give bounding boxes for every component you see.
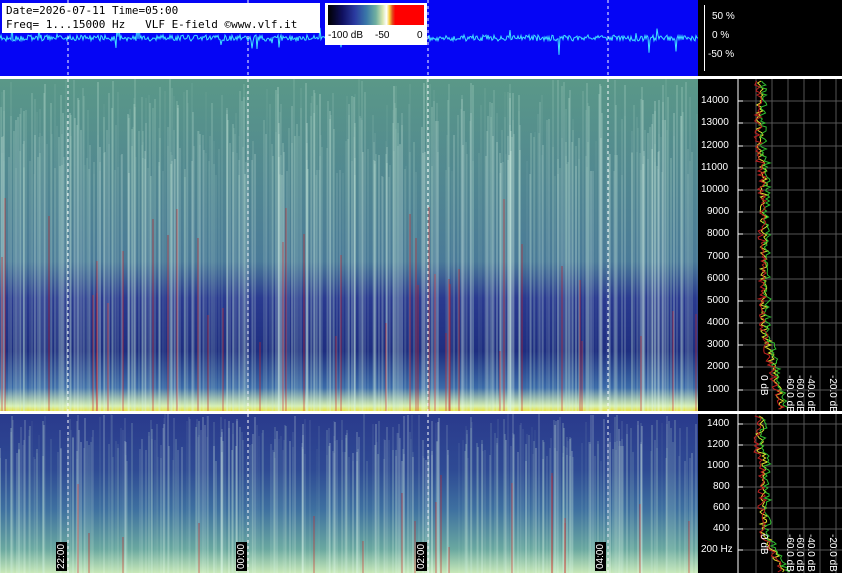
colorbar: -100 dB -50 0 [325, 3, 427, 45]
time-label-0200: 02:00 [416, 541, 427, 571]
spectrogram-main [0, 79, 698, 411]
freq-label-1000: 1000 [707, 384, 730, 395]
freq-label-9000: 9000 [707, 206, 730, 217]
header-date-time: Date=2026-07-11 Time=05:00 [6, 4, 179, 17]
colorbar-label-min: -100 dB [328, 30, 364, 41]
freq-label-14000: 14000 [701, 95, 729, 106]
pct-label-0: 0 % [712, 30, 730, 41]
colorbar-gradient [328, 5, 424, 25]
spectrogram-main-plot [0, 79, 698, 411]
pct-label-neg50: -50 % [708, 49, 735, 60]
freq-label-200: 200 Hz [701, 544, 733, 555]
freq-label-12000: 12000 [701, 140, 729, 151]
freq-label-8000: 8000 [707, 228, 730, 239]
spectrum-panel-zoom: 1400 1200 1000 800 600 400 200 Hz 0 dB -… [698, 414, 842, 573]
spectrum-trace-2 [753, 80, 786, 410]
freq-label-1400: 1400 [707, 418, 730, 429]
spectrum-trace-0 [755, 80, 785, 410]
waveform-axis-line [698, 5, 705, 71]
freq-label-5000: 5000 [707, 295, 730, 306]
freq-label-1200: 1200 [707, 439, 730, 450]
spectrogram-zoom-plot [0, 414, 698, 573]
db-label-zoom-40: -40.0 dB [805, 534, 816, 572]
info-box: Date=2026-07-11 Time=05:00 Freq= 1...1500… [2, 3, 320, 33]
db-label-40: -40.0 dB [805, 375, 816, 413]
freq-label-800: 800 [713, 481, 730, 492]
freq-label-10000: 10000 [701, 184, 729, 195]
freq-label-1000: 1000 [707, 460, 730, 471]
freq-label-600: 600 [713, 502, 730, 513]
freq-label-3000: 3000 [707, 339, 730, 350]
db-label-zoom-20: -20.0 dB [827, 534, 838, 572]
spectrogram-zoom [0, 414, 698, 573]
spectrum-panel-main: 14000 13000 12000 11000 10000 9000 8000 … [698, 79, 842, 413]
pct-label-50: 50 % [712, 11, 735, 22]
freq-label-7000: 7000 [707, 251, 730, 262]
db-label-zoom-0: 0 dB [758, 534, 769, 555]
colorbar-label-mid: -50 [375, 30, 390, 41]
waveform-axis: 50 % 0 % -50 % [698, 0, 842, 76]
db-label-zoom-60b: -60.0 dB [794, 534, 805, 572]
freq-label-6000: 6000 [707, 273, 730, 284]
freq-label-4000: 4000 [707, 317, 730, 328]
db-label-0: 0 dB [758, 375, 769, 396]
time-label-0400: 04:00 [595, 541, 606, 571]
db-label-20: -20.0 dB [827, 375, 838, 413]
freq-label-11000: 11000 [701, 162, 729, 173]
freq-label-400: 400 [713, 523, 730, 534]
time-label-0000: 00:00 [236, 541, 247, 571]
colorbar-label-max: 0 [417, 30, 423, 41]
freq-label-13000: 13000 [701, 117, 729, 128]
time-label-2200: 22:00 [56, 541, 67, 571]
db-label-60b: -60.0 dB [794, 375, 805, 413]
header-freq: Freq= 1...15000 Hz VLF E-field ©www.vlf.… [6, 18, 298, 31]
freq-label-2000: 2000 [707, 361, 730, 372]
